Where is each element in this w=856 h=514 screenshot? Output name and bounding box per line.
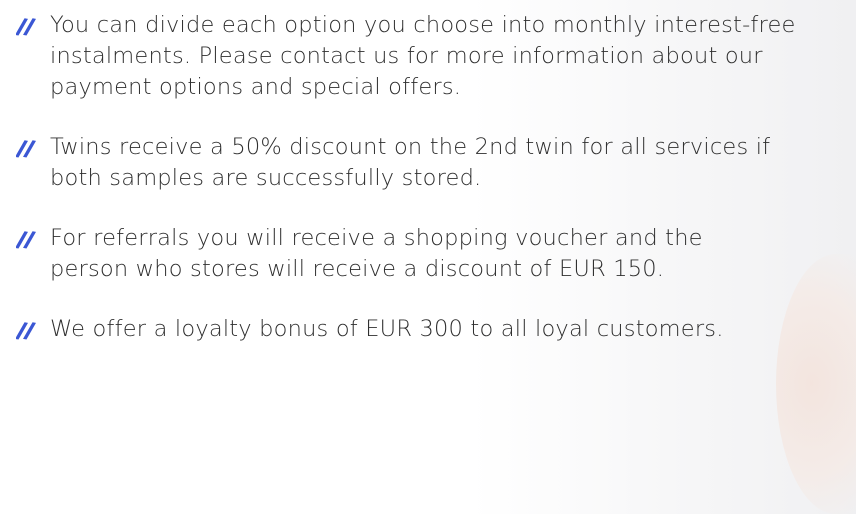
benefit-text: Twins receive a 50% discount on the 2nd …: [50, 134, 771, 191]
double-slash-bullet-icon: [16, 140, 36, 158]
double-slash-bullet-icon: [16, 231, 36, 249]
benefit-text: For referrals you will receive a shoppin…: [50, 225, 703, 282]
benefit-item-twins-discount: Twins receive a 50% discount on the 2nd …: [16, 132, 846, 194]
benefit-text: You can divide each option you choose in…: [50, 12, 796, 100]
benefit-item-referrals: For referrals you will receive a shoppin…: [16, 223, 846, 285]
benefit-item-installments: You can divide each option you choose in…: [16, 10, 846, 103]
benefits-list: You can divide each option you choose in…: [16, 10, 846, 345]
double-slash-bullet-icon: [16, 18, 36, 36]
benefit-text: We offer a loyalty bonus of EUR 300 to a…: [50, 316, 724, 342]
benefit-item-loyalty-bonus: We offer a loyalty bonus of EUR 300 to a…: [16, 314, 846, 345]
double-slash-bullet-icon: [16, 322, 36, 340]
